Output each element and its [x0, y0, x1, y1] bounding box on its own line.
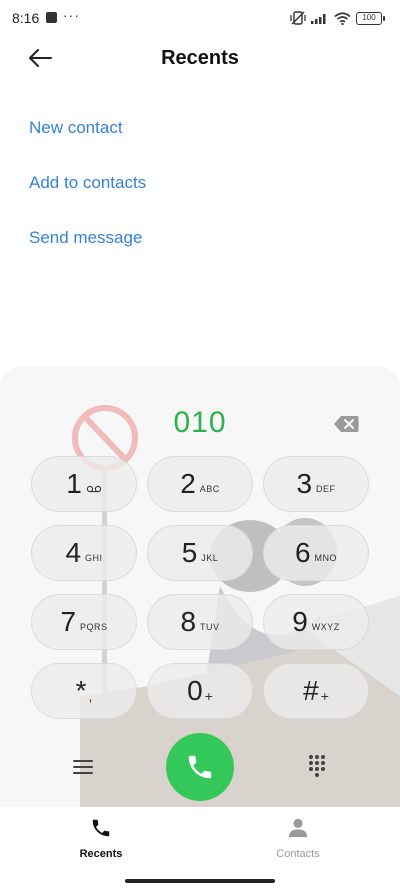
key-4[interactable]: 4 GHI [31, 525, 137, 581]
key-letters: WXYZ [311, 622, 340, 632]
key-8[interactable]: 8 TUV [147, 594, 253, 650]
wifi-icon [334, 11, 351, 25]
new-contact-link[interactable]: New contact [29, 110, 146, 165]
key-digit: 0 [187, 675, 203, 706]
key-5[interactable]: 5 JKL [147, 525, 253, 581]
dialpad-icon [309, 755, 325, 777]
tab-recents-label: Recents [79, 848, 123, 860]
status-bar: 8:16 ··· 100 [0, 0, 400, 36]
backspace-icon [334, 416, 359, 432]
key-digit: 3 [296, 468, 313, 499]
key-digit: 6 [294, 537, 311, 568]
key-letters: GHI [85, 553, 103, 563]
voicemail-icon [86, 485, 101, 493]
call-button[interactable] [166, 733, 234, 801]
phone-icon [188, 755, 212, 779]
phone-icon [92, 819, 110, 837]
key-letters: JKL [201, 553, 219, 563]
key-digit: 9 [292, 606, 308, 637]
menu-icon [73, 760, 93, 774]
tab-contacts[interactable]: Contacts [238, 817, 358, 860]
key-letters: DEF [316, 484, 336, 494]
dialer-panel: 010 1 2 ABC 3 DEF 4 GHI 5 JKL 6 MNO 7 PQ… [0, 366, 400, 807]
notification-square-icon [46, 12, 57, 23]
tab-contacts-label: Contacts [276, 848, 320, 860]
more-notifications-icon: ··· [63, 7, 80, 23]
status-time: 8:16 [12, 10, 40, 26]
key-star[interactable]: * , [31, 663, 137, 719]
key-6[interactable]: 6 MNO [263, 525, 369, 581]
signal-icon [311, 14, 326, 24]
vibrate-off-icon [290, 11, 306, 25]
person-icon [288, 818, 308, 838]
key-digit: 7 [60, 606, 77, 637]
tab-recents[interactable]: Recents [41, 817, 161, 860]
key-digit: 2 [180, 468, 196, 499]
actions-list: New contact Add to contacts Send message [29, 110, 146, 275]
key-digit: 4 [65, 537, 82, 568]
key-3[interactable]: 3 DEF [263, 456, 369, 512]
key-letters: MNO [314, 553, 338, 563]
key-9[interactable]: 9 WXYZ [263, 594, 369, 650]
key-digit: 1 [66, 468, 82, 499]
header: Recents [0, 36, 400, 82]
key-7[interactable]: 7 PQRS [31, 594, 137, 650]
menu-button[interactable] [66, 751, 100, 783]
key-letters: PQRS [80, 622, 108, 632]
key-symbol: , [88, 688, 93, 704]
key-0[interactable]: 0 + [147, 663, 253, 719]
key-hash[interactable]: # + [263, 663, 369, 719]
page-title: Recents [161, 47, 239, 69]
key-letters: TUV [200, 622, 220, 632]
add-to-contacts-link[interactable]: Add to contacts [29, 165, 146, 220]
status-icons: 100 [290, 10, 385, 26]
backspace-button[interactable] [332, 414, 360, 434]
key-letters: ABC [199, 484, 220, 494]
key-symbol: + [204, 688, 213, 704]
home-indicator[interactable] [125, 879, 275, 883]
key-digit: 5 [181, 537, 198, 568]
key-digit: # [303, 675, 319, 706]
keypad-toggle-button[interactable] [300, 749, 334, 783]
key-digit: 8 [180, 606, 197, 637]
battery-icon: 100 [356, 11, 385, 25]
key-2[interactable]: 2 ABC [147, 456, 253, 512]
key-1[interactable]: 1 [31, 456, 137, 512]
bottom-nav: Recents Contacts [0, 807, 400, 889]
key-symbol: + [320, 688, 329, 704]
key-digit: * [75, 675, 87, 706]
send-message-link[interactable]: Send message [29, 220, 146, 275]
